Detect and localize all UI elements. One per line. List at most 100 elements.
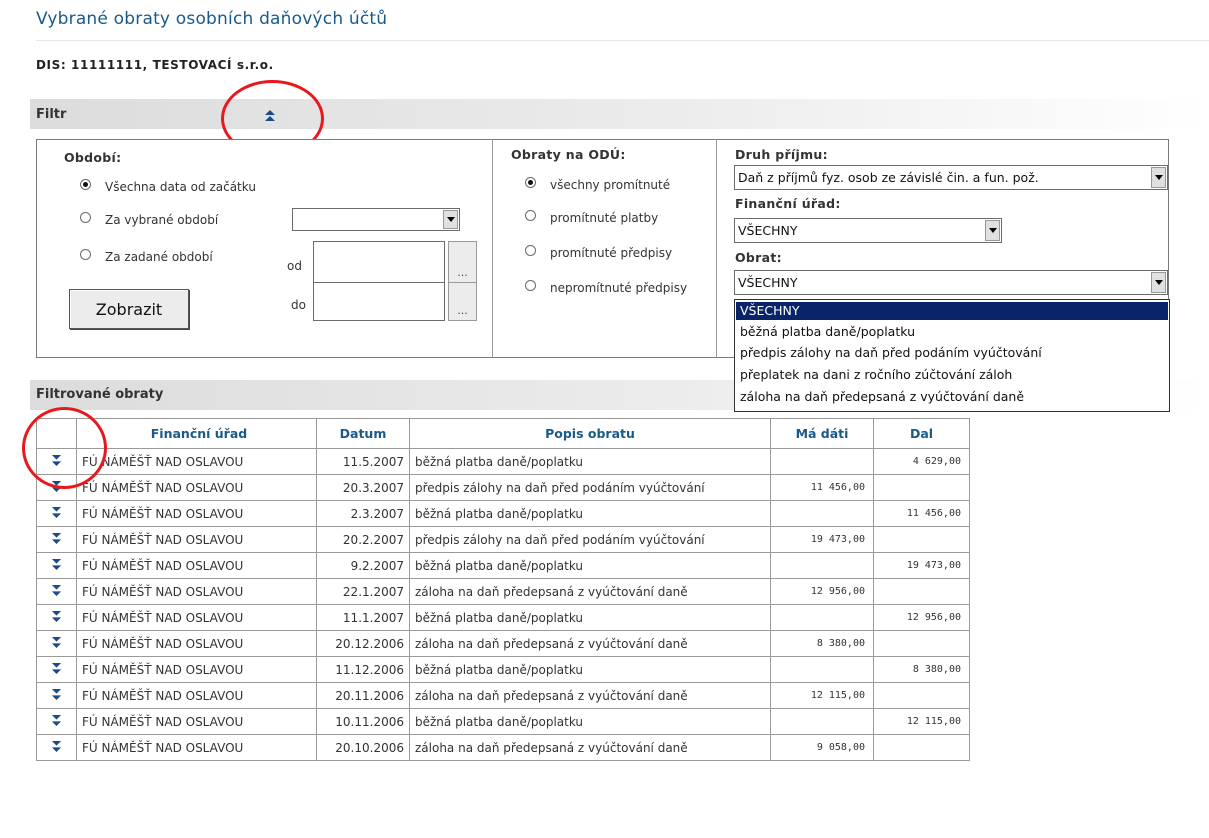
row-expand-cell[interactable] [36,656,77,683]
radio-odu-payments-label: promítnuté platby [550,211,659,225]
radio-period-custom[interactable] [80,249,91,260]
cell-office: FÚ NÁMĚŠŤ NAD OSLAVOU [76,682,317,709]
show-button[interactable]: Zobrazit [69,289,189,329]
cell-description: záloha na daň předepsaná z vyúčtování da… [409,734,771,761]
column-header-office[interactable]: Finanční úřad [76,418,317,449]
table-row[interactable]: FÚ NÁMĚŠŤ NAD OSLAVOU 20.10.2006 záloha na… [36,734,970,761]
chevron-down-icon[interactable] [1151,167,1166,188]
table-row[interactable]: FÚ NÁMĚŠŤ NAD OSLAVOU 11.1.2007 běžná plat… [36,604,970,631]
cell-credit [873,578,970,605]
cell-credit [873,734,970,761]
column-header-date[interactable]: Datum [316,418,410,449]
period-select[interactable] [292,208,460,231]
table-row[interactable]: FÚ NÁMĚŠŤ NAD OSLAVOU 11.5.2007 běžná plat… [36,448,970,475]
radio-period-selected[interactable] [80,212,91,223]
chevron-down-icon[interactable] [985,220,1000,241]
cell-description: předpis zálohy na daň před podáním vyúčt… [409,526,771,553]
double-chevron-down-icon[interactable] [49,739,65,755]
page-title: Vybrané obraty osobních daňových účtů [36,9,388,29]
double-chevron-down-icon[interactable] [49,687,65,703]
cell-credit: 19 473,00 [873,552,970,579]
table-row[interactable]: FÚ NÁMĚŠŤ NAD OSLAVOU 20.11.2006 záloha na… [36,682,970,709]
office-select[interactable]: VŠECHNY [734,218,1002,243]
radio-odu-payments[interactable] [525,210,536,221]
double-chevron-down-icon[interactable] [49,609,65,625]
table-row[interactable]: FÚ NÁMĚŠŤ NAD OSLAVOU 20.3.2007 předpis zá… [36,474,970,501]
cell-description: běžná platba daně/poplatku [409,448,771,475]
double-chevron-down-icon[interactable] [49,531,65,547]
radio-odu-all[interactable] [525,177,536,188]
row-expand-cell[interactable] [36,500,77,527]
row-expand-cell[interactable] [36,552,77,579]
turnover-select[interactable]: VŠECHNY [734,270,1168,295]
cell-debit: 9 058,00 [770,734,874,761]
row-expand-cell[interactable] [36,578,77,605]
cell-office: FÚ NÁMĚŠŤ NAD OSLAVOU [76,578,317,605]
cell-office: FÚ NÁMĚŠŤ NAD OSLAVOU [76,734,317,761]
table-row[interactable]: FÚ NÁMĚŠŤ NAD OSLAVOU 20.2.2007 předpis zá… [36,526,970,553]
table-row[interactable]: FÚ NÁMĚŠŤ NAD OSLAVOU 20.12.2006 záloha na… [36,630,970,657]
date-from-input[interactable] [313,241,445,283]
cell-office: FÚ NÁMĚŠŤ NAD OSLAVOU [76,630,317,657]
row-expand-cell[interactable] [36,682,77,709]
radio-period-all[interactable] [80,179,91,190]
radio-odu-all-label: všechny promítnuté [550,178,671,192]
turnover-dropdown-list[interactable]: VŠECHNY běžná platba daně/poplatku předp… [734,299,1170,412]
turnover-option[interactable]: běžná platba daně/poplatku [738,323,1169,341]
table-row[interactable]: FÚ NÁMĚŠŤ NAD OSLAVOU 11.12.2006 běžná pla… [36,656,970,683]
double-chevron-down-icon[interactable] [49,635,65,651]
cell-date: 9.2.2007 [316,552,410,579]
cell-office: FÚ NÁMĚŠŤ NAD OSLAVOU [76,552,317,579]
table-header-row: Finanční úřad Datum Popis obratu Má dáti… [36,418,970,449]
date-from-picker-button[interactable]: ... [448,241,477,283]
radio-odu-unprojected[interactable] [525,280,536,291]
cell-debit [770,552,874,579]
double-chevron-down-icon[interactable] [49,661,65,677]
row-expand-cell[interactable] [36,734,77,761]
turnover-option[interactable]: záloha na daň předepsaná z vyúčtování da… [738,388,1169,406]
cell-debit [770,604,874,631]
period-label: Období: [64,150,122,165]
cell-date: 20.3.2007 [316,474,410,501]
turnover-option[interactable]: přeplatek na dani z ročního zúčtování zá… [738,366,1169,384]
cell-description: záloha na daň předepsaná z vyúčtování da… [409,630,771,657]
table-row[interactable]: FÚ NÁMĚŠŤ NAD OSLAVOU 10.11.2006 běžná pla… [36,708,970,735]
double-chevron-down-icon[interactable] [49,583,65,599]
cell-debit: 12 956,00 [770,578,874,605]
cell-credit: 4 629,00 [873,448,970,475]
income-type-select[interactable]: Daň z příjmů fyz. osob ze závislé čin. a… [734,165,1168,190]
cell-date: 20.11.2006 [316,682,410,709]
column-header-credit[interactable]: Dal [873,418,970,449]
double-chevron-down-icon[interactable] [49,505,65,521]
results-label: Filtrované obraty [36,387,164,402]
filter-column-divider [716,139,717,358]
turnover-option[interactable]: VŠECHNY [736,302,1168,320]
chevron-down-icon[interactable] [1151,272,1166,293]
table-row[interactable]: FÚ NÁMĚŠŤ NAD OSLAVOU 9.2.2007 běžná platb… [36,552,970,579]
date-to-input[interactable] [313,282,445,321]
double-chevron-down-icon[interactable] [49,557,65,573]
table-row[interactable]: FÚ NÁMĚŠŤ NAD OSLAVOU 2.3.2007 běžná platb… [36,500,970,527]
cell-debit [770,656,874,683]
turnover-option[interactable]: předpis zálohy na daň před podáním vyúčt… [738,344,1169,362]
cell-date: 20.2.2007 [316,526,410,553]
column-header-description[interactable]: Popis obratu [409,418,771,449]
cell-credit: 8 380,00 [873,656,970,683]
row-expand-cell[interactable] [36,526,77,553]
row-expand-cell[interactable] [36,604,77,631]
cell-date: 10.11.2006 [316,708,410,735]
income-type-value: Daň z příjmů fyz. osob ze závislé čin. a… [738,170,1039,185]
cell-credit [873,474,970,501]
chevron-down-icon[interactable] [443,210,458,229]
cell-debit: 19 473,00 [770,526,874,553]
date-to-picker-button[interactable]: ... [448,282,477,321]
cell-date: 20.10.2006 [316,734,410,761]
income-type-label: Druh příjmu: [735,147,828,162]
column-header-debit[interactable]: Má dáti [770,418,874,449]
radio-odu-prescriptions[interactable] [525,245,536,256]
filter-header-bar: Filtr [30,99,1209,129]
table-row[interactable]: FÚ NÁMĚŠŤ NAD OSLAVOU 22.1.2007 záloha na … [36,578,970,605]
row-expand-cell[interactable] [36,630,77,657]
double-chevron-down-icon[interactable] [49,713,65,729]
row-expand-cell[interactable] [36,708,77,735]
